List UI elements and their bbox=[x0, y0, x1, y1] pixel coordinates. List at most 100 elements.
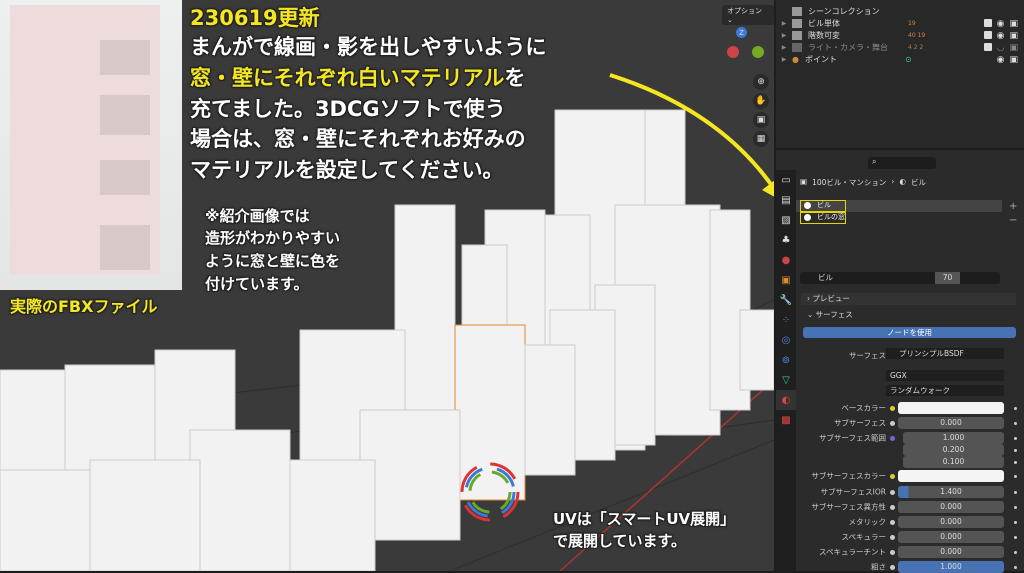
gizmo-y-axis[interactable] bbox=[752, 46, 764, 58]
keyframe-dot[interactable] bbox=[1014, 521, 1017, 524]
outliner: シーンコレクション ▶ ビル単体 19 ◉ ▣ ▶ 階数可変 40 19 ◉ ▣ ▶ ライト・カメ… bbox=[776, 0, 1024, 148]
expand-icon[interactable]: ▶ bbox=[776, 44, 792, 51]
search-input[interactable]: ⌕ bbox=[868, 157, 936, 169]
socket-icon bbox=[890, 436, 895, 441]
keyframe-dot[interactable] bbox=[1014, 551, 1017, 554]
expand-icon[interactable]: ▶ bbox=[776, 56, 792, 63]
caption-highlight: 窓・壁にそれぞれ白いマテリアル bbox=[190, 66, 505, 90]
socket-icon bbox=[890, 565, 895, 570]
material-name-field[interactable]: ビル bbox=[800, 272, 1000, 284]
data-tab-icon[interactable]: ▽ bbox=[776, 370, 796, 390]
eye-icon[interactable]: ◉ bbox=[997, 55, 1005, 65]
uv-note-line1: UVは「スマートUV展開」 bbox=[553, 510, 736, 528]
property-label: サブサーフェスIOR bbox=[820, 487, 886, 497]
surface-panel-header[interactable]: ⌄ サーフェス bbox=[801, 309, 1016, 321]
camera-render-icon[interactable]: ▣ bbox=[1009, 55, 1018, 65]
options-dropdown[interactable]: オプション ⌄ bbox=[722, 5, 774, 25]
preview-label: プレビュー bbox=[812, 294, 850, 303]
property-field[interactable]: 1.400 bbox=[898, 486, 1004, 498]
breadcrumb: ▣ 100ビル・マンション › ◐ ビル bbox=[800, 177, 926, 187]
property-field[interactable]: 0.100 bbox=[903, 456, 1004, 468]
surface-label: サーフェス bbox=[848, 351, 886, 360]
modifier-tab-icon[interactable]: 🔧 bbox=[776, 290, 796, 310]
gizmo-z-axis[interactable]: Z bbox=[736, 27, 747, 38]
gizmo-z-label: Z bbox=[739, 28, 744, 37]
add-slot-button[interactable]: + bbox=[1009, 200, 1017, 214]
physics-tab-icon[interactable]: ◎ bbox=[776, 330, 796, 350]
preview-panel-header[interactable]: › プレビュー bbox=[801, 293, 1016, 305]
hand-pan-icon[interactable]: ✋ bbox=[753, 93, 769, 109]
property-label: サブサーフェス bbox=[833, 418, 886, 428]
outliner-item[interactable]: ▶ ● ポイント ⊙ ◉ ▣ bbox=[776, 51, 1024, 68]
distribution-value: GGX bbox=[890, 371, 907, 380]
use-nodes-button[interactable]: ノードを使用 bbox=[803, 327, 1016, 338]
update-date: 230619更新 bbox=[190, 6, 320, 30]
socket-icon bbox=[890, 421, 895, 426]
gizmo-x-axis[interactable] bbox=[727, 46, 739, 58]
socket-icon bbox=[890, 505, 895, 510]
keyframe-dot[interactable] bbox=[1014, 449, 1017, 452]
socket-icon bbox=[890, 550, 895, 555]
keyframe-dot[interactable] bbox=[1014, 422, 1017, 425]
world-tab-icon[interactable]: ● bbox=[776, 250, 796, 270]
caption-line4: 場合は、窓・壁にそれぞれお好みの bbox=[190, 127, 526, 151]
property-field[interactable]: 1.000 bbox=[903, 432, 1004, 444]
property-field[interactable]: 1.000 bbox=[898, 561, 1004, 573]
distribution-dropdown[interactable]: GGX bbox=[886, 370, 1004, 381]
expand-icon[interactable]: ▶ bbox=[776, 32, 792, 39]
socket-icon bbox=[890, 520, 895, 525]
property-field[interactable]: 0.000 bbox=[898, 516, 1004, 528]
surface-panel-label: サーフェス bbox=[815, 310, 853, 319]
slot-label: ビル bbox=[817, 201, 831, 209]
scene-tab-icon[interactable]: ♣ bbox=[776, 230, 796, 250]
socket-icon bbox=[890, 474, 895, 479]
property-field[interactable]: 0.000 bbox=[898, 531, 1004, 543]
tool-tab-icon[interactable]: ▭ bbox=[776, 170, 796, 190]
uv-note-line2: で展開しています。 bbox=[553, 532, 687, 550]
property-field[interactable] bbox=[898, 402, 1004, 414]
property-field[interactable]: 0.000 bbox=[898, 501, 1004, 513]
keyframe-dot[interactable] bbox=[1014, 566, 1017, 569]
surface-shader-value: プリンシプルBSDF bbox=[899, 349, 964, 358]
checkbox[interactable] bbox=[983, 42, 992, 51]
checkbox[interactable] bbox=[983, 18, 992, 27]
output-tab-icon[interactable]: ▧ bbox=[776, 210, 796, 230]
subsurface-method-dropdown[interactable]: ランダムウォーク bbox=[886, 385, 1004, 396]
keyframe-dot[interactable] bbox=[1014, 437, 1017, 440]
property-field[interactable]: 0.200 bbox=[903, 444, 1004, 456]
caption-line2-rest: を bbox=[504, 66, 526, 90]
material-slot[interactable]: ビル bbox=[800, 200, 846, 212]
mesh-count-badge: 19 bbox=[908, 20, 916, 27]
constraint-icon: ⊙ bbox=[904, 55, 912, 64]
user-count[interactable]: 70 bbox=[935, 272, 960, 284]
keyframe-dot[interactable] bbox=[1014, 491, 1017, 494]
property-field[interactable] bbox=[898, 470, 1004, 482]
caption-line5: マテリアルを設定してください。 bbox=[190, 158, 504, 182]
keyframe-dot[interactable] bbox=[1014, 407, 1017, 410]
property-field[interactable]: 0.000 bbox=[898, 546, 1004, 558]
subsurface-method-value: ランダムウォーク bbox=[890, 386, 950, 395]
checkbox[interactable] bbox=[983, 30, 992, 39]
object-count-badge: 4 2 2 bbox=[908, 44, 924, 51]
particles-tab-icon[interactable]: ⁘ bbox=[776, 310, 796, 330]
remove-slot-button[interactable]: − bbox=[1009, 214, 1017, 228]
keyframe-dot[interactable] bbox=[1014, 461, 1017, 464]
material-slot[interactable]: ビルの窓 bbox=[800, 212, 846, 224]
3d-viewport[interactable]: オプション ⌄ Z ⊕ ✋ ▣ ▦ 230619更新 まんがで線画・影を出しやす… bbox=[0, 0, 774, 571]
search-icon: ⌕ bbox=[872, 157, 877, 166]
render-tab-icon[interactable]: ▤ bbox=[776, 190, 796, 210]
breadcrumb-material: ビル bbox=[910, 178, 926, 187]
caption-line3: 充てました。3DCGソフトで使う bbox=[190, 97, 506, 121]
expand-icon[interactable]: ▶ bbox=[776, 20, 792, 27]
note-line: ように窓と壁に色を bbox=[205, 252, 341, 270]
surface-shader-field[interactable]: プリンシプルBSDF bbox=[886, 348, 1004, 359]
keyframe-dot[interactable] bbox=[1014, 475, 1017, 478]
keyframe-dot[interactable] bbox=[1014, 536, 1017, 539]
property-field[interactable]: 0.000 bbox=[898, 417, 1004, 429]
keyframe-dot[interactable] bbox=[1014, 506, 1017, 509]
camera-icon[interactable]: ▣ bbox=[753, 112, 769, 128]
zoom-icon[interactable]: ⊕ bbox=[753, 74, 769, 90]
object-tab-icon[interactable]: ▣ bbox=[776, 270, 796, 290]
grid-icon[interactable]: ▦ bbox=[753, 131, 769, 147]
socket-icon bbox=[890, 406, 895, 411]
